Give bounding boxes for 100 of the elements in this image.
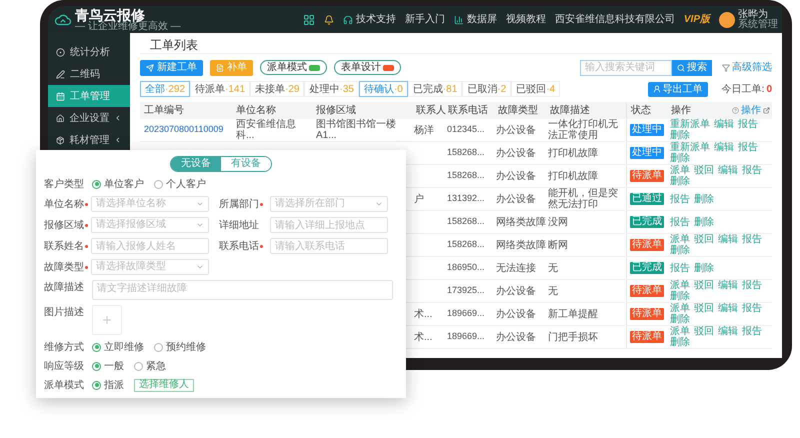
table-cell-text: 无法连接 — [495, 262, 537, 276]
row-action-link[interactable]: 派单 — [670, 303, 690, 314]
input-field[interactable]: 请输入报修人姓名 — [91, 238, 209, 254]
filter-tab[interactable]: 处理中·35 — [304, 81, 359, 97]
row-action-link[interactable]: 删除 — [670, 176, 690, 187]
column-header: 联系人 — [415, 104, 444, 118]
radio-option[interactable]: 一般 — [92, 358, 124, 374]
row-action-link[interactable]: 报告 — [670, 216, 690, 228]
user-role: 系统管理 — [738, 20, 778, 30]
radio-option[interactable]: 紧急 — [134, 358, 166, 374]
row-action-link[interactable]: 编辑 — [718, 326, 738, 337]
bell-icon[interactable] — [324, 14, 334, 24]
radio-option[interactable]: 预约维修 — [154, 340, 206, 354]
radio-option[interactable]: 单位客户 — [92, 176, 144, 192]
chevron-down-icon — [375, 200, 383, 208]
filter-tab[interactable]: 待派单·141 — [190, 81, 250, 97]
advanced-filter-link[interactable]: 高级筛选 — [722, 60, 772, 75]
radio-option[interactable]: 指派 — [92, 378, 124, 392]
table-cell-text: 189669... — [446, 307, 486, 320]
row-action-link[interactable]: 报告 — [670, 194, 690, 204]
row-action-link[interactable]: 删除 — [670, 291, 690, 302]
nav-link[interactable]: 技术支持 — [342, 12, 396, 27]
row-action-link[interactable]: 重新派单 — [670, 142, 710, 153]
supplement-button[interactable]: 补单 — [210, 60, 253, 76]
sidebar-item[interactable]: 统计分析 — [48, 41, 130, 63]
order-number-link[interactable]: 2023070800110009 — [140, 123, 232, 137]
segment-tab[interactable]: 无设备 — [171, 157, 221, 171]
export-button[interactable]: 导出工单 — [648, 82, 708, 96]
filter-tab[interactable]: 已取消·2 — [462, 81, 512, 97]
select-field[interactable]: 请选择单位名称 — [91, 196, 209, 212]
row-action-link[interactable]: 报告 — [742, 280, 762, 291]
nav-link[interactable]: 视频教程 — [506, 12, 546, 27]
new-order-button[interactable]: 新建工单 — [140, 60, 203, 76]
pill-button[interactable]: 表单设计 — [334, 60, 401, 75]
row-action-link[interactable]: 派单 — [670, 326, 690, 337]
chevron-down-icon — [196, 200, 204, 208]
nav-link[interactable]: 数据屏 — [454, 12, 497, 27]
textarea-field[interactable]: 请文字描述详细故障 — [92, 280, 393, 300]
row-action-link[interactable]: 删除 — [694, 262, 714, 274]
row-action-link[interactable]: 驳回 — [694, 280, 714, 291]
row-action-link[interactable]: 报告 — [742, 165, 762, 176]
search-button[interactable]: 搜索 — [672, 60, 712, 76]
row-action-link[interactable]: 驳回 — [694, 326, 714, 337]
help-icon[interactable] — [732, 107, 739, 114]
input-field[interactable]: 请输入详细上报地点 — [270, 217, 388, 233]
select-field[interactable]: 请选择故障类型 — [91, 259, 209, 275]
filter-tab[interactable]: 已完成·81 — [408, 81, 462, 97]
row-action-link[interactable]: 编辑 — [718, 280, 738, 291]
pill-button[interactable]: 派单模式 — [260, 60, 327, 75]
select-field[interactable]: 请选择所在部门 — [270, 196, 388, 212]
settings-link[interactable]: 操作 — [741, 103, 761, 118]
row-action-link[interactable]: 派单 — [670, 280, 690, 291]
filter-tab[interactable]: 待确认·0 — [358, 81, 408, 97]
row-action-link[interactable]: 驳回 — [694, 303, 714, 314]
select-placeholder: 请选择单位名称 — [96, 199, 166, 209]
row-action-link[interactable]: 驳回 — [694, 165, 714, 176]
row-action-link[interactable]: 删除 — [670, 130, 690, 141]
row-action-link[interactable]: 编辑 — [714, 142, 734, 153]
app-grid-icon[interactable] — [302, 14, 315, 26]
filter-tab[interactable]: 未接单·29 — [250, 81, 304, 97]
sidebar-item[interactable]: 工单管理 — [48, 85, 130, 107]
row-action-link[interactable]: 删除 — [670, 153, 690, 164]
sidebar-item[interactable]: 企业设置 — [48, 107, 130, 129]
row-action-link[interactable]: 删除 — [670, 314, 690, 325]
search-field[interactable]: 输入搜索关键词 — [580, 60, 672, 76]
row-action-link[interactable]: 报告 — [742, 303, 762, 314]
column-header: 故障类型 — [497, 104, 539, 118]
row-action-link[interactable]: 删除 — [694, 194, 714, 204]
field-label: 报修区域 — [44, 218, 84, 232]
column-header: 联系电话 — [447, 104, 489, 118]
row-action-link[interactable]: 编辑 — [718, 234, 738, 245]
field-label: 故障描述 — [44, 280, 85, 295]
row-action-link[interactable]: 重新派单 — [670, 119, 710, 130]
row-action-link[interactable]: 派单 — [670, 165, 690, 176]
radio-option[interactable]: 立即维修 — [92, 340, 144, 354]
filter-tab[interactable]: 已驳回·4 — [511, 81, 560, 97]
row-action-link[interactable]: 报告 — [738, 142, 758, 153]
row-action-link[interactable]: 删除 — [670, 337, 690, 348]
row-action-link[interactable]: 报告 — [738, 119, 758, 130]
select-technician-button[interactable]: 选择维修人 — [134, 378, 194, 392]
select-field[interactable]: 请选择报修区域 — [91, 217, 209, 233]
row-action-link[interactable]: 编辑 — [718, 303, 738, 314]
row-action-link[interactable]: 报告 — [742, 326, 762, 337]
external-link-icon[interactable] — [763, 107, 770, 114]
avatar[interactable] — [719, 12, 735, 28]
table-cell-text: 门把手损坏 — [547, 332, 599, 342]
input-field[interactable]: 请输入联系电话 — [270, 238, 388, 254]
filter-tab[interactable]: 全部·292 — [140, 81, 190, 97]
row-action-link[interactable]: 派单 — [670, 234, 690, 245]
row-action-link[interactable]: 编辑 — [718, 165, 738, 176]
sidebar-item[interactable]: 二维码 — [48, 63, 130, 85]
row-action-link[interactable]: 驳回 — [694, 234, 714, 245]
radio-option[interactable]: 个人客户 — [154, 176, 206, 192]
row-action-link[interactable]: 删除 — [694, 216, 714, 228]
nav-link[interactable]: 新手入门 — [404, 12, 445, 27]
row-action-link[interactable]: 删除 — [670, 245, 690, 256]
row-action-link[interactable]: 报告 — [742, 234, 762, 245]
row-action-link[interactable]: 编辑 — [714, 119, 734, 130]
sidebar-item[interactable]: 耗材管理 — [48, 129, 130, 151]
row-action-link[interactable]: 报告 — [670, 262, 690, 274]
